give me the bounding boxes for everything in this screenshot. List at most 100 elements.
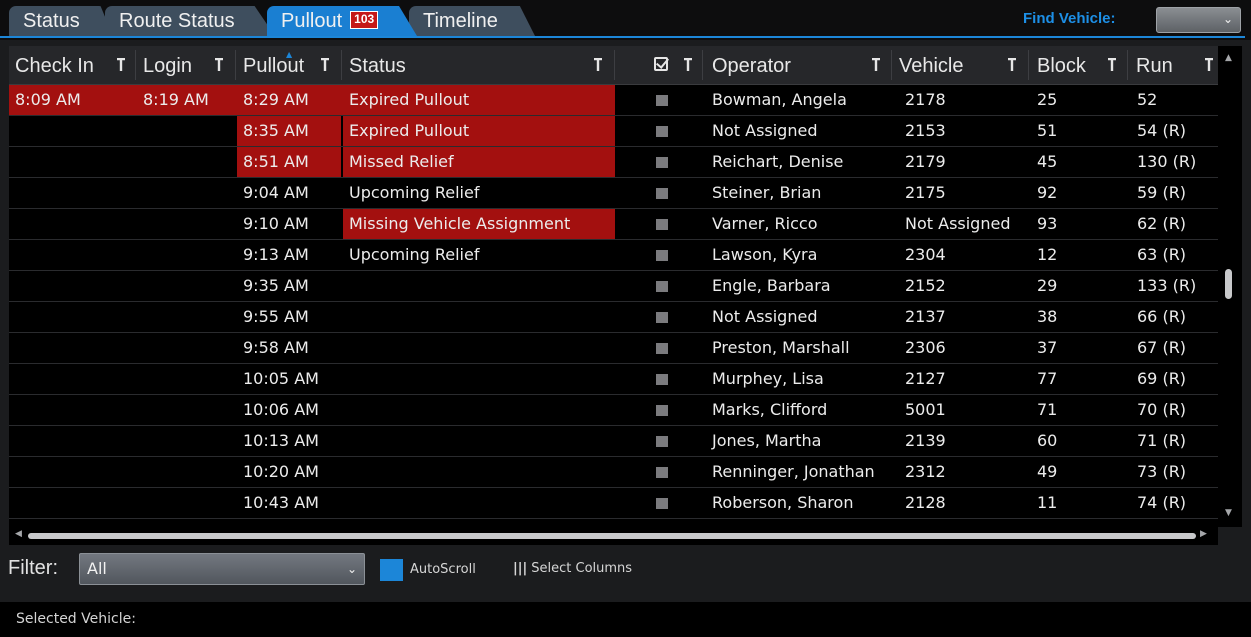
cell-pullout: 9:55 AM [243,307,309,326]
column-divider [1028,50,1029,80]
row-select-checkbox[interactable] [656,188,668,199]
cell-check-in [9,240,135,270]
horizontal-scroll-thumb[interactable] [28,533,1196,539]
cell-status: Expired Pullout [343,85,615,115]
row-select-checkbox[interactable] [656,126,668,137]
cell-pullout: 9:04 AM [243,183,309,202]
table-row[interactable]: 10:06 AM Marks, Clifford 5001 71 70 (R) [9,395,1218,426]
cell-status [343,271,615,301]
table-row[interactable]: 10:20 AM Renninger, Jonathan 2312 49 73 (R) [9,457,1218,488]
tab-status[interactable]: Status [9,6,113,36]
cell-run: 70 (R) [1137,400,1187,419]
select-all-checkbox[interactable] [654,57,668,71]
tab-route-status[interactable]: Route Status [105,6,275,36]
cell-operator: Varner, Ricco [712,214,818,233]
status-bar: Selected Vehicle: [0,602,1251,637]
column-header-pullout[interactable]: Pullout [243,46,304,84]
filter-icon[interactable] [1007,58,1017,72]
column-header-check-in[interactable]: Check In [15,46,94,84]
scroll-left-icon[interactable]: ◀ [15,529,22,539]
table-row[interactable]: 8:51 AM Missed Relief Reichart, Denise 2179… [9,147,1218,178]
cell-status [343,426,615,456]
vertical-scroll-thumb[interactable] [1225,269,1232,299]
cell-operator: Murphey, Lisa [712,369,824,388]
tab-timeline[interactable]: Timeline [409,6,535,36]
tab-pullout[interactable]: Pullout 103 [267,6,417,36]
filter-icon[interactable] [683,58,693,72]
row-select-checkbox[interactable] [656,95,668,106]
row-select-checkbox[interactable] [656,467,668,478]
table-row[interactable]: 8:09 AM 8:19 AM 8:29 AM Expired Pullout Bowm… [9,85,1218,116]
autoscroll-checkbox[interactable] [380,559,403,581]
filter-icon[interactable] [116,58,126,72]
filter-icon[interactable] [1107,58,1117,72]
table-row[interactable]: 10:05 AM Murphey, Lisa 2127 77 69 (R) [9,364,1218,395]
vertical-scrollbar[interactable]: ▲ ▼ [1218,46,1242,527]
column-header-login[interactable]: Login [143,46,192,84]
tab-label: Status [23,10,80,32]
scroll-up-icon[interactable]: ▲ [1225,53,1232,63]
column-header-status[interactable]: Status [349,46,406,84]
cell-run: 69 (R) [1137,369,1187,388]
column-header-vehicle[interactable]: Vehicle [899,46,964,84]
column-divider [235,50,236,80]
cell-login [137,457,235,487]
find-vehicle-select[interactable]: ⌄ [1156,7,1241,33]
filter-icon[interactable] [871,58,881,72]
table-row[interactable]: 9:04 AM Upcoming Relief Steiner, Brian 2175… [9,178,1218,209]
filter-icon[interactable] [593,58,603,72]
table-row[interactable]: 9:55 AM Not Assigned 2137 38 66 (R) [9,302,1218,333]
cell-block: 25 [1037,90,1058,109]
cell-run: 52 [1137,90,1158,109]
table-row[interactable]: 9:35 AM Engle, Barbara 2152 29 133 (R) [9,271,1218,302]
column-header-run[interactable]: Run [1136,46,1173,84]
cell-run: 63 (R) [1137,245,1187,264]
table-row[interactable]: 9:13 AM Upcoming Relief Lawson, Kyra 2304 12… [9,240,1218,271]
cell-operator: Not Assigned [712,307,818,326]
scroll-right-icon[interactable]: ▶ [1200,529,1207,539]
row-select-checkbox[interactable] [656,405,668,416]
cell-block: 51 [1037,121,1058,140]
table-row[interactable]: 10:13 AM Jones, Martha 2139 60 71 (R) [9,426,1218,457]
row-select-checkbox[interactable] [656,250,668,261]
row-select-checkbox[interactable] [656,157,668,168]
cell-block: 38 [1037,307,1058,326]
row-select-checkbox[interactable] [656,374,668,385]
filter-value: All [87,559,107,578]
cell-run: 62 (R) [1137,214,1187,233]
row-select-checkbox[interactable] [656,498,668,509]
filter-icon[interactable] [214,58,224,72]
row-select-checkbox[interactable] [656,343,668,354]
tab-label: Pullout [281,10,343,32]
horizontal-scrollbar[interactable]: ◀ ▶ [9,527,1218,545]
table-row[interactable]: 9:10 AM Missing Vehicle Assignment Varner,… [9,209,1218,240]
row-select-checkbox[interactable] [656,281,668,292]
cell-status [343,488,615,518]
autoscroll-label[interactable]: AutoScroll [410,562,476,577]
table-row[interactable]: 10:43 AM Roberson, Sharon 2128 11 74 (R) [9,488,1218,519]
cell-pullout: 9:10 AM [243,214,309,233]
column-header-operator[interactable]: Operator [712,46,791,84]
filter-select[interactable]: All ⌄ [79,553,365,585]
cell-login [137,333,235,363]
cell-vehicle: 2179 [905,152,946,171]
cell-operator: Reichart, Denise [712,152,844,171]
cell-vehicle: 2306 [905,338,946,357]
row-select-checkbox[interactable] [656,312,668,323]
row-select-checkbox[interactable] [656,436,668,447]
filter-label: Filter: [8,557,58,579]
select-columns-button[interactable]: ||| Select Columns [513,561,632,576]
filter-icon[interactable] [320,58,330,72]
cell-vehicle: 2137 [905,307,946,326]
cell-check-in [9,209,135,239]
cell-login [137,395,235,425]
row-select-checkbox[interactable] [656,219,668,230]
scroll-down-icon[interactable]: ▼ [1225,508,1232,518]
cell-pullout: 8:35 AM [237,116,341,146]
column-header-block[interactable]: Block [1037,46,1086,84]
filter-icon[interactable] [1204,58,1214,72]
table-row[interactable]: 8:35 AM Expired Pullout Not Assigned 2153 51… [9,116,1218,147]
cell-pullout: 10:20 AM [243,462,319,481]
table-row[interactable]: 9:58 AM Preston, Marshall 2306 37 67 (R) [9,333,1218,364]
cell-check-in: 8:09 AM [9,85,137,115]
